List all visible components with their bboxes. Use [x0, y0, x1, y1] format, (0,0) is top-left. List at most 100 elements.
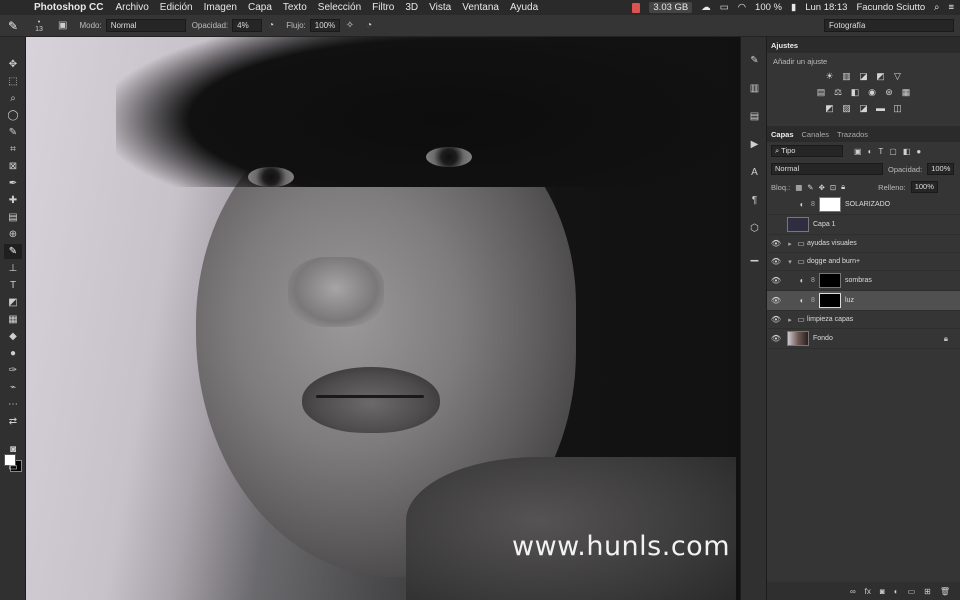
- layer-group-ayudas-visuales[interactable]: 👁︎ ▸ ▭ ayudas visuales: [767, 235, 960, 253]
- gradient-tool-icon[interactable]: ▦: [4, 312, 22, 327]
- histogram-panel-icon[interactable]: ▁: [747, 249, 762, 264]
- crop-tool-icon[interactable]: ⌗: [4, 142, 22, 157]
- lock-image-icon[interactable]: ✎: [807, 183, 813, 192]
- levels-icon[interactable]: ▥: [841, 71, 853, 82]
- channel-mixer-icon[interactable]: ⊛: [883, 87, 895, 98]
- visibility-hidden-icon[interactable]: 👁︎: [767, 220, 785, 229]
- menu-list-icon[interactable]: ≡: [948, 2, 954, 13]
- layer-row-fondo[interactable]: 👁︎ Fondo 🔒︎: [767, 329, 960, 349]
- move-tool-icon[interactable]: ✥: [4, 57, 22, 72]
- visibility-eye-icon[interactable]: 👁︎: [767, 296, 785, 305]
- brush-tool-icon[interactable]: ✎: [4, 244, 22, 259]
- threshold-icon[interactable]: ◪: [858, 103, 870, 114]
- record-icon[interactable]: [632, 2, 641, 13]
- patch-tool-icon[interactable]: ▤: [4, 210, 22, 225]
- user-name[interactable]: Facundo Sciutto: [856, 2, 925, 13]
- mask-link-icon[interactable]: 8: [809, 201, 817, 208]
- menu-archivo[interactable]: Archivo: [115, 2, 148, 13]
- cloud-icon[interactable]: ☁: [701, 2, 711, 13]
- filter-type-icon[interactable]: T: [878, 147, 883, 156]
- photo-filter-icon[interactable]: ◉: [866, 87, 878, 98]
- menu-app-name[interactable]: Photoshop CC: [34, 2, 103, 13]
- lasso-tool-icon[interactable]: ◯: [4, 108, 22, 123]
- new-group-icon[interactable]: ▭: [908, 587, 916, 596]
- color-balance-icon[interactable]: ⚖: [832, 87, 844, 98]
- type-tool-icon[interactable]: T: [4, 278, 22, 293]
- history-panel-icon[interactable]: ▤: [747, 109, 762, 124]
- layer-group-limpieza-capas[interactable]: 👁︎ ▸ ▭ limpieza capas: [767, 311, 960, 329]
- display-icon[interactable]: ▭: [720, 2, 729, 13]
- blur-tool-icon[interactable]: ◆: [4, 329, 22, 344]
- pen-tool-icon[interactable]: ✑: [4, 363, 22, 378]
- visibility-eye-icon[interactable]: 👁︎: [767, 239, 785, 248]
- new-adjustment-icon[interactable]: ◐: [894, 587, 899, 596]
- battery-percentage[interactable]: 100 %: [755, 2, 782, 13]
- pressure-opacity-icon[interactable]: ◔: [268, 20, 274, 31]
- brush-size-preset[interactable]: • 13: [26, 19, 52, 33]
- mask-link-icon[interactable]: 8: [809, 277, 817, 284]
- flow-field[interactable]: 100%: [309, 19, 340, 32]
- invert-icon[interactable]: ◩: [824, 103, 836, 114]
- layer-group-dogge-and-burn[interactable]: 👁︎ ▾ ▭ dogge and burn+: [767, 253, 960, 271]
- lock-transparent-icon[interactable]: ▦: [795, 183, 802, 192]
- actions-panel-icon[interactable]: ▶: [747, 137, 762, 152]
- brightness-contrast-icon[interactable]: ☀: [824, 71, 836, 82]
- link-layers-icon[interactable]: ∞: [850, 587, 856, 596]
- eyedropper-tool-icon[interactable]: ✒: [4, 176, 22, 191]
- layer-opacity-field[interactable]: 100%: [927, 163, 955, 175]
- eraser-tool-icon[interactable]: ◩: [4, 295, 22, 310]
- healing-tool-icon[interactable]: ✚: [4, 193, 22, 208]
- brush-panel-icon[interactable]: ▣: [58, 20, 67, 31]
- gradient-map-icon[interactable]: ▬: [875, 103, 887, 113]
- layer-row-sombras[interactable]: 👁︎ ◐ 8 sombras: [767, 271, 960, 291]
- layer-mask-thumbnail[interactable]: [819, 197, 841, 212]
- layer-mask-thumbnail[interactable]: [819, 273, 841, 288]
- character-panel-icon[interactable]: A: [747, 165, 762, 180]
- tab-capas[interactable]: Capas: [771, 130, 794, 139]
- fill-field[interactable]: 100%: [910, 181, 938, 193]
- filter-toggle-icon[interactable]: ●: [916, 147, 921, 156]
- brush-tool-icon[interactable]: ✎: [0, 19, 26, 33]
- wifi-icon[interactable]: ◠: [738, 2, 746, 13]
- layer-style-icon[interactable]: fx: [865, 587, 871, 596]
- menu-seleccion[interactable]: Selección: [318, 2, 361, 13]
- info-panel-icon[interactable]: ▥: [747, 81, 762, 96]
- menu-vista[interactable]: Vista: [429, 2, 451, 13]
- black-white-icon[interactable]: ◧: [849, 87, 861, 98]
- lock-all-icon[interactable]: 🔒︎: [841, 182, 845, 192]
- layer-row-luz[interactable]: 👁︎ ◐ 8 luz: [767, 291, 960, 311]
- menu-imagen[interactable]: Imagen: [204, 2, 237, 13]
- opacity-field[interactable]: 4%: [232, 19, 263, 32]
- mask-link-icon[interactable]: 8: [809, 297, 817, 304]
- content-aware-tool-icon[interactable]: ⊕: [4, 227, 22, 242]
- swap-colors-icon[interactable]: ⇄: [4, 414, 22, 429]
- paragraph-panel-icon[interactable]: ¶: [747, 193, 762, 208]
- visibility-eye-icon[interactable]: 👁︎: [767, 257, 785, 266]
- menu-edicion[interactable]: Edición: [160, 2, 193, 13]
- menu-ayuda[interactable]: Ayuda: [510, 2, 538, 13]
- pressure-size-icon[interactable]: ◔: [366, 20, 372, 31]
- layer-thumbnail[interactable]: [787, 331, 809, 346]
- layer-thumbnail[interactable]: [787, 217, 809, 232]
- layer-mask-thumbnail[interactable]: [819, 293, 841, 308]
- brush-presets-panel-icon[interactable]: ✎: [747, 53, 762, 68]
- visibility-eye-icon[interactable]: 👁︎: [767, 334, 785, 343]
- tab-canales[interactable]: Canales: [802, 130, 830, 139]
- menu-filtro[interactable]: Filtro: [372, 2, 394, 13]
- workspace-select[interactable]: Fotografía: [824, 19, 954, 32]
- tab-trazados[interactable]: Trazados: [837, 130, 868, 139]
- selective-color-icon[interactable]: ◫: [892, 103, 904, 114]
- visibility-eye-icon[interactable]: 👁︎: [767, 276, 785, 285]
- blend-mode-select[interactable]: Normal: [771, 163, 883, 175]
- layer-filter-select[interactable]: ⌕ Tipo: [771, 145, 843, 157]
- delete-layer-icon[interactable]: 🗑︎: [940, 587, 950, 596]
- tab-ajustes[interactable]: Ajustes: [771, 41, 798, 50]
- mode-select[interactable]: Normal: [105, 19, 186, 32]
- layer-row-capa-1[interactable]: 👁︎ Capa 1: [767, 215, 960, 235]
- curves-icon[interactable]: ◪: [858, 71, 870, 82]
- expand-arrow-icon[interactable]: ▸: [785, 316, 795, 324]
- lock-position-icon[interactable]: ✥: [819, 183, 825, 192]
- vibrance-icon[interactable]: ▽: [892, 71, 904, 82]
- more-tools-icon[interactable]: ⋯: [4, 397, 22, 412]
- add-mask-icon[interactable]: ◙: [880, 587, 885, 596]
